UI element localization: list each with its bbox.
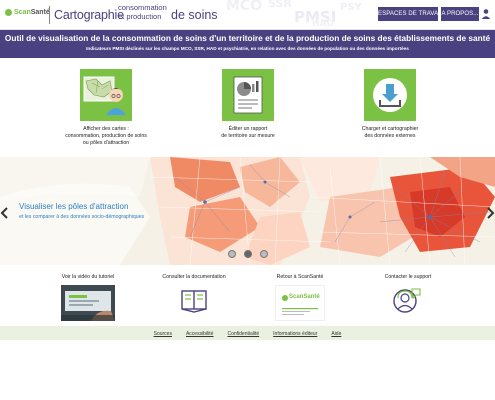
link-retour-label: Retour à ScanSanté xyxy=(276,274,324,280)
carousel-indicators xyxy=(228,250,268,258)
intro-banner: Outil de visualisation de la consommatio… xyxy=(0,30,495,58)
feature-cartes-line3: ou pôles d'attraction xyxy=(82,140,130,146)
carousel-dot-1[interactable] xyxy=(228,250,236,258)
carousel-dot-2[interactable] xyxy=(244,250,252,258)
carousel-dot-3[interactable] xyxy=(260,250,268,258)
link-tutoriel-label: Voir la vidéo du tutoriel xyxy=(61,274,115,280)
link-documentation-label: Consulter la documentation xyxy=(162,274,226,280)
feature-charger-label: Charger et cartographier des données ext… xyxy=(330,126,450,140)
feature-cartes-line1: Afficher des cartes : xyxy=(83,126,129,132)
app-title-stack: consommation et production xyxy=(118,3,167,21)
feature-rapport[interactable]: Éditer un rapport de territoire sur mesu… xyxy=(188,69,308,140)
banner-subtitle: Indicateurs PMSI déclinés sur les champs… xyxy=(86,46,409,51)
espaces-de-travail-button[interactable]: ESPACES DE TRAVAIL xyxy=(378,7,443,21)
user-icon[interactable] xyxy=(481,8,491,20)
carousel-prev-arrow-icon[interactable] xyxy=(0,206,10,220)
scansante-logo-text: ScanSanté xyxy=(289,294,320,300)
feature-charger-line1: Charger et cartographier xyxy=(361,126,419,132)
book-icon[interactable] xyxy=(179,285,209,315)
banner-title: Outil de visualisation de la consommatio… xyxy=(4,33,491,43)
map-user-icon[interactable] xyxy=(80,69,132,121)
link-retour-scansante[interactable]: Retour à ScanSanté ScanSanté xyxy=(250,274,350,321)
report-chart-icon[interactable] xyxy=(222,69,274,121)
logo-scan-text: Scan xyxy=(14,9,31,16)
feature-charger-line2: des données externes xyxy=(364,133,416,139)
footer-link-confidentialite[interactable]: Confidentialité xyxy=(227,331,259,337)
link-documentation[interactable]: Consulter la documentation xyxy=(144,274,244,315)
video-thumbnail[interactable] xyxy=(61,285,115,321)
a-propos-button[interactable]: A PROPOS... xyxy=(441,7,479,21)
feature-cartes[interactable]: Afficher des cartes : consommation, prod… xyxy=(46,69,166,147)
link-tutoriel[interactable]: Voir la vidéo du tutoriel xyxy=(38,274,138,321)
footer-link-sources[interactable]: Sources xyxy=(154,331,172,337)
app-title: Cartographie xyxy=(54,8,124,22)
app-title-stack-line2: et production xyxy=(118,11,162,21)
scansante-logo-image xyxy=(282,295,318,315)
carousel-slide-subtitle: et les comparer à des données socio-démo… xyxy=(19,214,145,220)
feature-rapport-line1: Éditer un rapport xyxy=(228,126,268,132)
logo-sante-text: Santé xyxy=(30,9,50,16)
carousel-next-arrow-icon[interactable] xyxy=(485,206,495,220)
feature-charger[interactable]: Charger et cartographier des données ext… xyxy=(330,69,450,140)
feature-rapport-line2: de territoire sur mesure xyxy=(221,133,275,139)
footer-link-informations-editeur[interactable]: Informations éditeur xyxy=(273,331,317,337)
support-icon[interactable] xyxy=(392,285,424,317)
carousel-map-image xyxy=(0,157,495,265)
feature-rapport-label: Éditer un rapport de territoire sur mesu… xyxy=(188,126,308,140)
logo-separator xyxy=(49,6,50,24)
footer-links: Sources Accessibilité Confidentialité In… xyxy=(0,331,495,337)
feature-cartes-line2: consommation, production de soins xyxy=(65,133,147,139)
scansante-logo[interactable]: ScanSanté xyxy=(275,285,325,321)
feature-cartes-label: Afficher des cartes : consommation, prod… xyxy=(46,126,166,147)
logo-dot-icon xyxy=(5,9,12,16)
link-support[interactable]: Contacter le support xyxy=(358,274,458,317)
top-header: Scan Santé Cartographie consommation et p… xyxy=(0,0,495,30)
carousel-slide-title[interactable]: Visualiser les pôles d'attraction xyxy=(19,202,128,211)
download-icon[interactable] xyxy=(364,69,416,121)
footer-link-aide[interactable]: Aide xyxy=(331,331,341,337)
scansante-logo[interactable]: ScanSanté xyxy=(5,9,50,16)
app-title-end: de soins xyxy=(171,8,218,22)
link-support-label: Contacter le support xyxy=(384,274,432,280)
header-watermark: MCO SSR PMSI PSY HAD xyxy=(226,0,362,29)
footer-link-accessibilite[interactable]: Accessibilité xyxy=(186,331,214,337)
carousel xyxy=(0,157,495,265)
